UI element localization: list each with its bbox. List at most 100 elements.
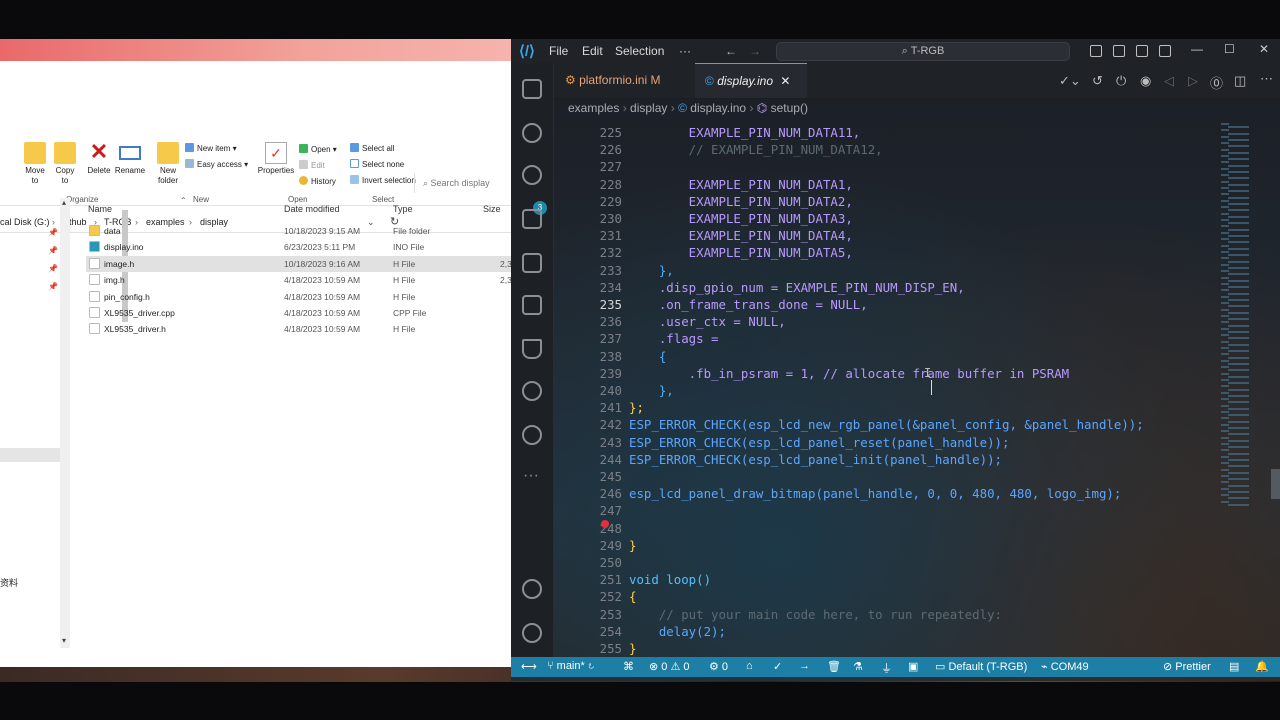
column-header-size[interactable]: Size — [483, 204, 501, 214]
column-header-date[interactable]: Date modified — [284, 204, 340, 214]
file-row[interactable]: image.h 10/18/2023 9:16 AM H File 2,3 — [86, 255, 511, 272]
remote-icon[interactable]: ⟷ — [521, 660, 537, 673]
minimap-line — [1221, 391, 1229, 394]
maximize-icon[interactable]: ☐ — [1224, 42, 1235, 56]
minimap-line — [1228, 305, 1249, 308]
forward-icon[interactable]: ▷ — [1188, 73, 1198, 89]
build-check-icon[interactable]: ✓ — [773, 660, 782, 673]
editor-scrollbar[interactable] — [1271, 469, 1280, 499]
explorer-icon[interactable] — [522, 79, 542, 99]
history-icon[interactable]: ↺ — [1092, 73, 1103, 89]
nav-item-label[interactable]: 资料 — [0, 576, 18, 589]
menu-edit[interactable]: Edit — [582, 44, 603, 58]
breadcrumb-examples[interactable]: examples — [568, 101, 619, 115]
edit-button[interactable]: Edit — [299, 160, 325, 172]
minimize-icon[interactable]: — — [1191, 42, 1203, 56]
branch-status[interactable]: ⑂ main* ↻ — [547, 660, 594, 672]
command-center[interactable]: ⌕ T-RGB — [776, 42, 1070, 61]
new-folder-button[interactable]: New folder — [154, 142, 182, 186]
git-graph-icon[interactable] — [522, 381, 542, 401]
back-icon[interactable]: ◁ — [1164, 73, 1174, 89]
compare-icon[interactable]: ◉ — [1140, 73, 1151, 89]
problems-status[interactable]: ⊗ 0 ⚠ 0 — [649, 660, 690, 673]
menu-selection[interactable]: Selection — [615, 44, 664, 58]
file-type: CPP File — [393, 308, 427, 318]
tab-display-ino[interactable]: © display.ino ✕ — [695, 63, 807, 98]
testing-icon[interactable] — [522, 339, 542, 359]
layout-icon[interactable]: ▤ — [1229, 660, 1239, 673]
plug-icon[interactable]: ⏚ — [881, 660, 892, 676]
search-box[interactable]: ⌕ Search display — [414, 173, 511, 193]
more-icon[interactable]: ··· — [523, 467, 539, 485]
new-item-button[interactable]: New item ▾ — [185, 143, 237, 155]
flask-icon[interactable]: ⚗ — [853, 660, 863, 673]
nav-scrollbar[interactable] — [60, 198, 128, 648]
remote-explorer-icon[interactable] — [522, 253, 542, 273]
nav-item-selected[interactable] — [0, 448, 60, 462]
minimap[interactable] — [1221, 123, 1271, 657]
plug-icon[interactable]: ⏻ — [1116, 73, 1126, 89]
file-row[interactable]: pin_config.h 4/18/2023 10:59 AM H File — [86, 289, 511, 305]
properties-button[interactable]: ✓ Properties — [256, 142, 296, 176]
file-row[interactable]: data 10/18/2023 9:15 AM File folder — [86, 223, 511, 239]
menu-more[interactable]: ··· — [679, 44, 691, 58]
terminal-icon[interactable]: ▣ — [908, 660, 918, 673]
port-status[interactable]: ⌁ COM49 — [1041, 660, 1089, 673]
prettier-status[interactable]: ⊘ Prettier — [1163, 660, 1211, 673]
menu-file[interactable]: File — [549, 44, 568, 58]
sync-extra-icon[interactable]: ⌘ — [623, 660, 634, 673]
select-all-button[interactable]: Select all — [350, 143, 394, 155]
toggle-sidebar-icon[interactable] — [1090, 45, 1102, 57]
toggle-secondary-sidebar-icon[interactable] — [1136, 45, 1148, 57]
scroll-up-icon[interactable]: ▴ — [62, 198, 66, 207]
run-debug-icon[interactable] — [522, 209, 542, 229]
customize-layout-icon[interactable] — [1159, 45, 1171, 57]
minimap-line — [1228, 439, 1249, 442]
open-button[interactable]: Open ▾ — [299, 144, 337, 156]
breadcrumb-display[interactable]: display — [630, 101, 667, 115]
platformio-icon[interactable] — [522, 425, 542, 445]
column-header-name[interactable]: Name — [88, 204, 112, 214]
more-actions-icon[interactable]: ⋯ — [1260, 71, 1273, 87]
easy-access-button[interactable]: Easy access ▾ — [185, 159, 248, 171]
trash-icon[interactable]: 🗑 — [827, 660, 841, 673]
checkmark-icon[interactable]: ✓⌄ — [1059, 73, 1081, 89]
accounts-icon[interactable] — [522, 579, 542, 599]
breadcrumb-file[interactable]: display.ino — [690, 101, 746, 115]
upload-arrow-icon[interactable]: → — [799, 660, 810, 672]
column-header-type[interactable]: Type — [393, 204, 413, 214]
extensions-icon[interactable] — [522, 295, 542, 315]
forward-arrow-icon[interactable]: → — [749, 44, 761, 58]
close-icon[interactable]: ✕ — [1259, 42, 1269, 56]
history-button[interactable]: History — [299, 176, 336, 188]
ports-status[interactable]: ⚙ 0 — [709, 660, 728, 673]
breadcrumb-symbol[interactable]: setup() — [771, 101, 808, 115]
rename-button[interactable]: Rename — [114, 142, 146, 176]
minimap-line — [1228, 388, 1249, 391]
back-arrow-icon[interactable]: ← — [725, 44, 737, 58]
select-none-button[interactable]: Select none — [350, 159, 404, 171]
scroll-down-icon[interactable]: ▾ — [62, 636, 66, 645]
source-control-icon[interactable] — [522, 165, 542, 185]
environment-status[interactable]: ▭ Default (T-RGB) — [935, 660, 1027, 673]
copy-to-button[interactable]: Copy to — [52, 142, 78, 186]
home-icon[interactable]: ⌂ — [746, 660, 753, 672]
delete-button[interactable]: ✕ Delete — [86, 141, 112, 176]
toggle-panel-icon[interactable] — [1113, 45, 1125, 57]
breakpoint-icon[interactable] — [601, 520, 609, 528]
file-row[interactable]: XL9535_driver.h 4/18/2023 10:59 AM H File — [86, 321, 511, 337]
notifications-bell-icon[interactable]: 🔔 — [1255, 660, 1269, 673]
file-row[interactable]: display.ino 6/23/2023 5:11 PM INO File — [86, 239, 511, 255]
platformio-toolbar-icon[interactable]: ⓪ — [1210, 73, 1223, 92]
close-tab-icon[interactable]: ✕ — [780, 74, 790, 88]
split-editor-icon[interactable]: ◫ — [1234, 73, 1246, 89]
code-editor[interactable]: 225 EXAMPLE_PIN_NUM_DATA11, 226 // EXAMPL… — [554, 123, 1218, 657]
file-name: XL9535_driver.h — [104, 324, 166, 335]
file-row[interactable]: XL9535_driver.cpp 4/18/2023 10:59 AM CPP F… — [86, 305, 511, 321]
file-row[interactable]: img.h 4/18/2023 10:59 AM H File 2,3 — [86, 272, 511, 288]
manage-gear-icon[interactable] — [522, 623, 542, 643]
tab-platformio-ini[interactable]: ⚙ platformio.ini M — [565, 63, 695, 98]
move-to-button[interactable]: Move to — [22, 142, 48, 186]
search-icon[interactable] — [522, 123, 542, 143]
invert-selection-button[interactable]: Invert selection — [350, 175, 416, 187]
